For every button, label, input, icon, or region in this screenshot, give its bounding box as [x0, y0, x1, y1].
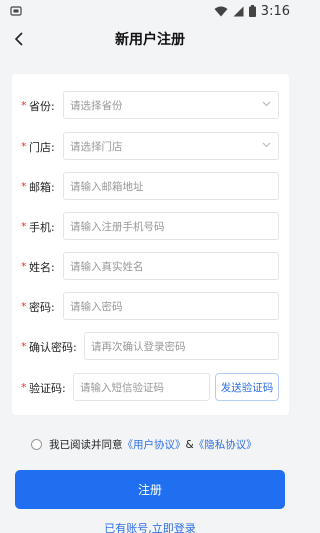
required-mark: *	[21, 340, 27, 353]
email-placeholder: 请输入邮箱地址	[70, 180, 144, 193]
chevron-down-icon	[262, 101, 271, 107]
agreement-connector: &	[185, 438, 194, 451]
wifi-icon	[214, 6, 228, 16]
store-placeholder: 请选择门店	[70, 140, 123, 153]
notification-icon	[10, 6, 22, 16]
status-time: 3:16	[260, 3, 290, 19]
phone-label: 手机:	[29, 221, 55, 234]
agreement-row: 我已阅读并同意 《用户协议》 & 《隐私协议》	[31, 437, 257, 452]
required-mark: *	[21, 99, 27, 112]
phone-row: * 手机: 请输入注册手机号码	[12, 212, 289, 240]
status-left	[10, 5, 22, 17]
province-label: 省份:	[29, 100, 55, 113]
status-right: 3:16	[214, 4, 290, 19]
verify-code-placeholder: 请输入短信验证码	[80, 381, 164, 394]
password-row: * 密码: 请输入密码	[12, 292, 289, 320]
email-label: 邮箱:	[29, 181, 55, 194]
send-code-button[interactable]: 发送验证码	[215, 373, 279, 401]
confirm-password-placeholder: 请再次确认登录密码	[91, 340, 186, 353]
required-mark: *	[21, 381, 27, 394]
verify-code-field[interactable]: 请输入短信验证码	[73, 373, 210, 401]
user-agreement-link[interactable]: 《用户协议》	[123, 437, 186, 452]
status-bar: 3:16	[0, 0, 300, 22]
province-select[interactable]: 请选择省份	[63, 91, 279, 119]
phone-field[interactable]: 请输入注册手机号码	[63, 212, 279, 240]
store-row: * 门店: 请选择门店	[12, 132, 289, 160]
battery-icon	[248, 5, 256, 17]
chevron-down-icon	[262, 142, 271, 148]
register-button[interactable]: 注册	[15, 470, 285, 509]
store-label: 门店:	[29, 141, 55, 154]
page-title: 新用户注册	[115, 32, 185, 48]
confirm-password-label: 确认密码:	[29, 341, 77, 354]
signal-icon	[233, 6, 244, 16]
name-row: * 姓名: 请输入真实姓名	[12, 252, 289, 280]
required-mark: *	[21, 300, 27, 313]
password-label: 密码:	[29, 301, 55, 314]
verify-code-label: 验证码:	[29, 382, 66, 395]
registration-form: * 省份: 请选择省份 * 门店: 请选择门店 * 邮箱: 请输入邮箱地址 * …	[12, 74, 289, 415]
name-field[interactable]: 请输入真实姓名	[63, 252, 279, 280]
email-row: * 邮箱: 请输入邮箱地址	[12, 172, 289, 200]
password-placeholder: 请输入密码	[70, 300, 123, 313]
province-row: * 省份: 请选择省份	[12, 91, 289, 119]
verify-code-row: * 验证码: 请输入短信验证码 发送验证码	[12, 373, 289, 401]
required-mark: *	[21, 260, 27, 273]
nav-bar: 新用户注册	[0, 22, 300, 56]
confirm-password-row: * 确认密码: 请再次确认登录密码	[12, 332, 289, 360]
store-select[interactable]: 请选择门店	[63, 132, 279, 160]
required-mark: *	[21, 140, 27, 153]
privacy-agreement-link[interactable]: 《隐私协议》	[194, 437, 257, 452]
back-button[interactable]	[8, 28, 30, 50]
email-field[interactable]: 请输入邮箱地址	[63, 172, 279, 200]
name-label: 姓名:	[29, 261, 55, 274]
confirm-password-field[interactable]: 请再次确认登录密码	[84, 332, 279, 360]
province-placeholder: 请选择省份	[70, 99, 123, 112]
required-mark: *	[21, 180, 27, 193]
agreement-checkbox[interactable]	[31, 439, 42, 450]
phone-placeholder: 请输入注册手机号码	[70, 220, 165, 233]
chevron-left-icon	[14, 32, 23, 46]
name-placeholder: 请输入真实姓名	[70, 260, 144, 273]
login-link[interactable]: 已有账号,立即登录	[0, 520, 300, 533]
required-mark: *	[21, 220, 27, 233]
agreement-prefix: 我已阅读并同意	[49, 439, 123, 451]
password-field[interactable]: 请输入密码	[63, 292, 279, 320]
